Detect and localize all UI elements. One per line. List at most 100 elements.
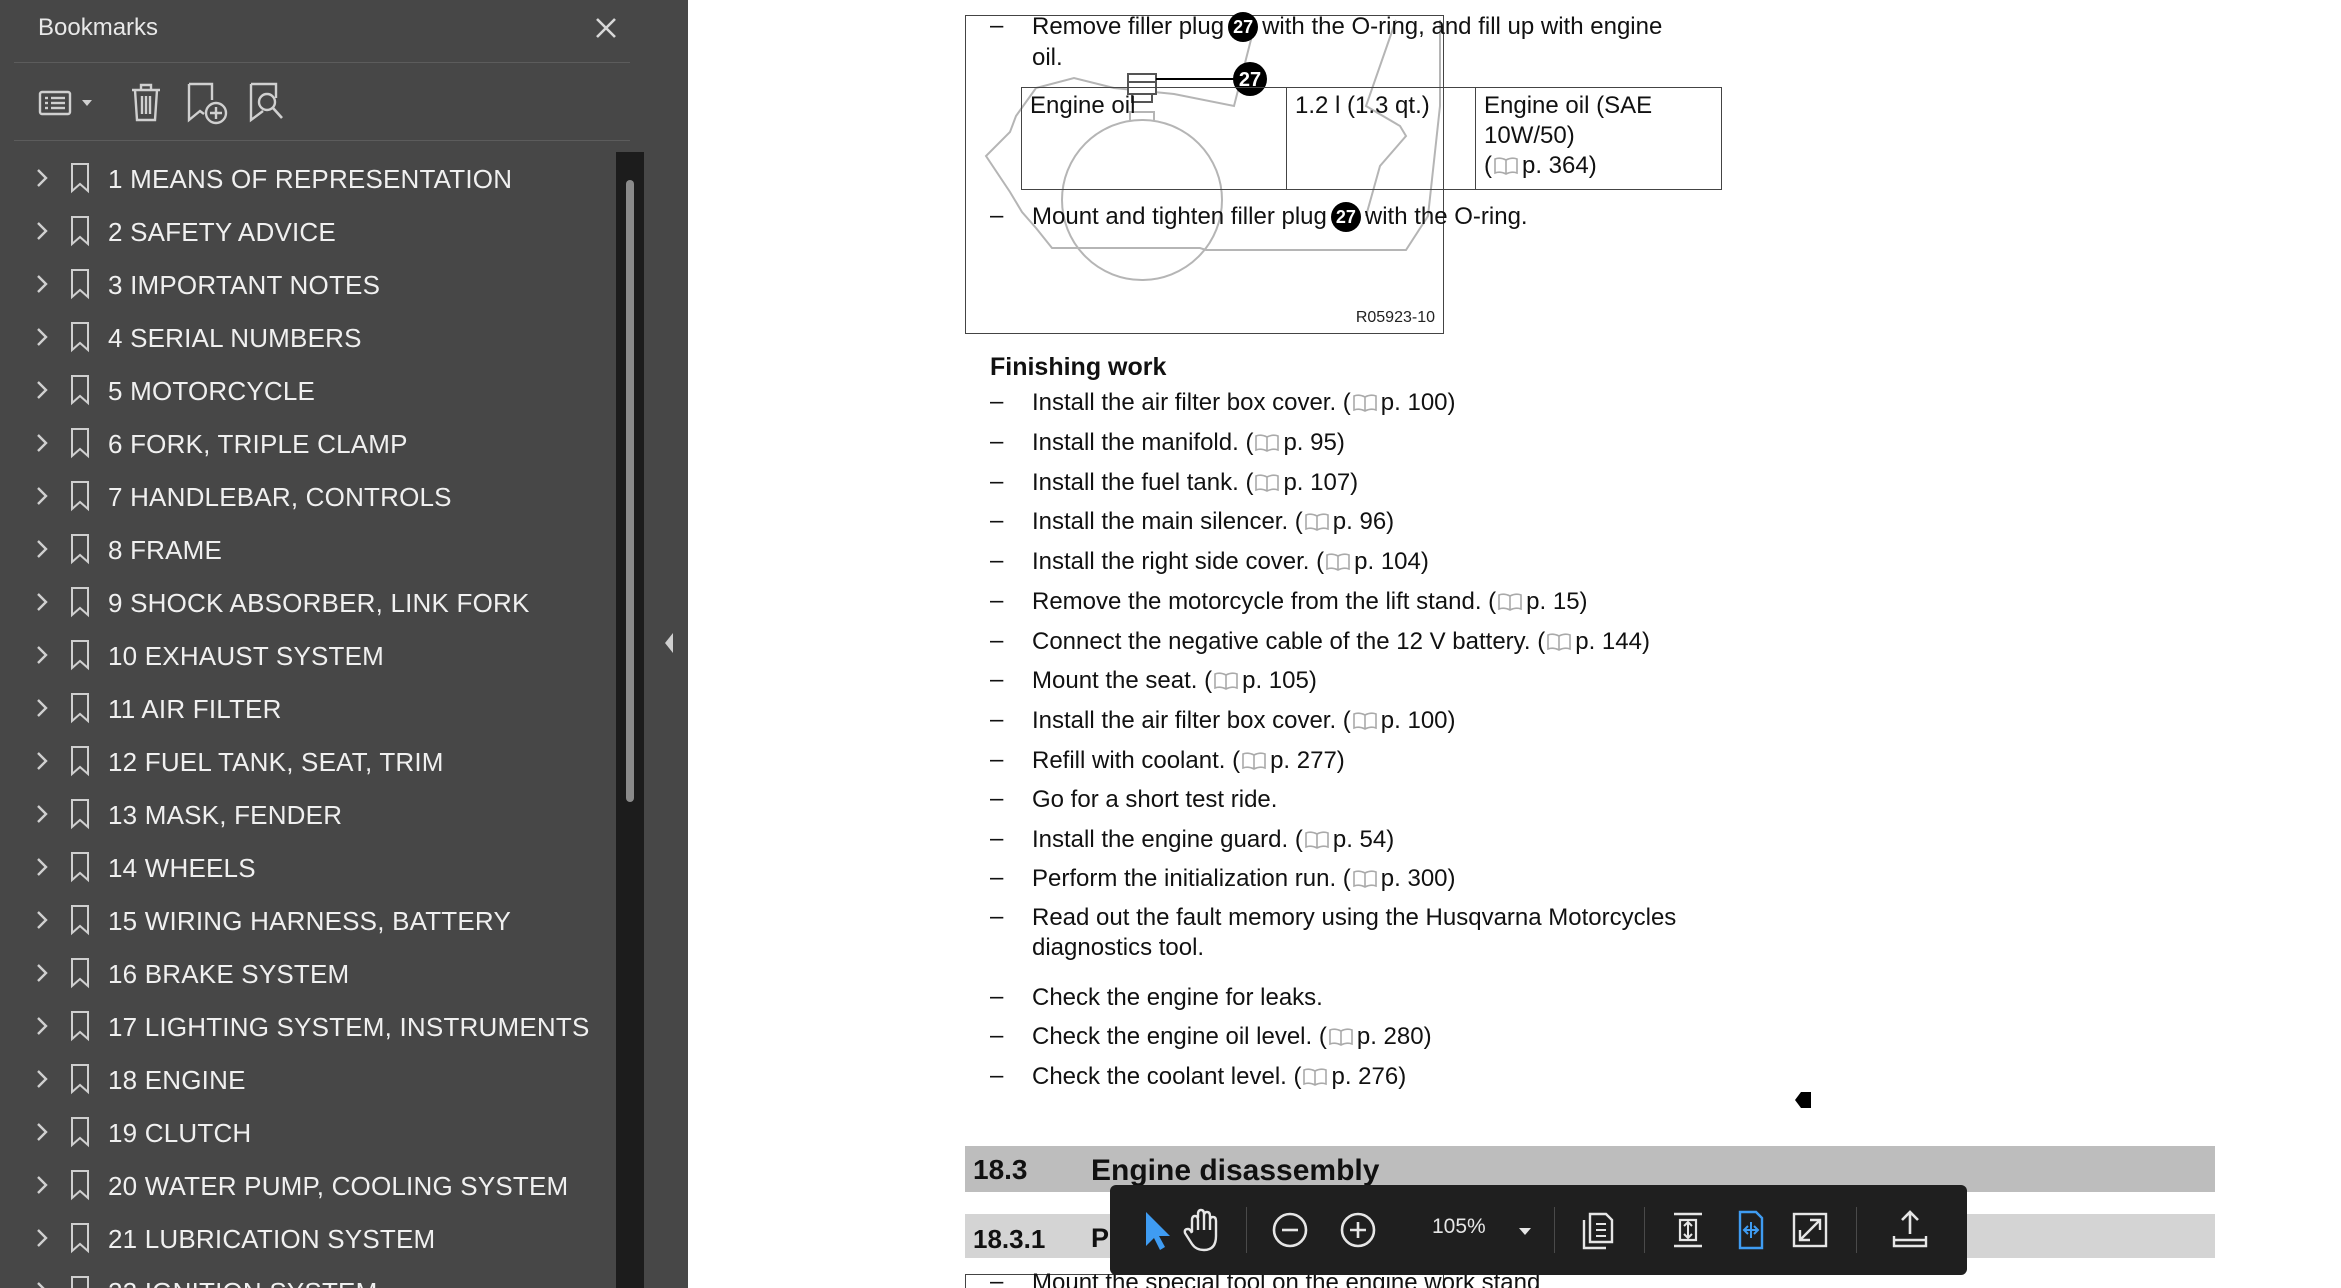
zoom-out-icon[interactable]: [1260, 1200, 1320, 1260]
bookmark-item[interactable]: 10 EXHAUST SYSTEM: [0, 628, 610, 681]
table-cell: Engine oil (SAE 10W/50) (p. 364): [1475, 87, 1722, 190]
bookmark-label: 6 FORK, TRIPLE CLAMP: [108, 429, 408, 459]
page-view-icon[interactable]: [1568, 1200, 1628, 1260]
close-icon[interactable]: [590, 12, 622, 44]
chevron-right-icon[interactable]: [32, 803, 52, 825]
book-reference-icon: [1352, 712, 1377, 730]
chevron-right-icon[interactable]: [32, 644, 52, 666]
bookmark-item[interactable]: 18 ENGINE: [0, 1052, 610, 1105]
page-reference-link[interactable]: p. 54): [1333, 826, 1394, 853]
chevron-right-icon[interactable]: [32, 856, 52, 878]
add-bookmark-icon[interactable]: [184, 78, 230, 126]
page-reference-link[interactable]: p. 95): [1283, 429, 1344, 456]
step-text: Mount the seat. (: [1032, 667, 1213, 694]
step-text: Perform the initialization run. (: [1032, 865, 1351, 892]
bookmark-label: 19 CLUTCH: [108, 1118, 252, 1148]
bookmark-item[interactable]: 3 IMPORTANT NOTES: [0, 257, 610, 310]
chevron-right-icon[interactable]: [32, 591, 52, 613]
chevron-right-icon[interactable]: [32, 909, 52, 931]
page-reference-link[interactable]: p. 364): [1522, 152, 1597, 179]
step-text: Install the fuel tank. (: [1032, 469, 1254, 496]
bookmark-item[interactable]: 6 FORK, TRIPLE CLAMP: [0, 416, 610, 469]
bookmark-label: 1 MEANS OF REPRESENTATION: [108, 164, 513, 194]
bookmark-icon: [71, 587, 89, 618]
scrollbar-thumb[interactable]: [626, 180, 634, 802]
chevron-right-icon[interactable]: [32, 167, 52, 189]
page-reference-link[interactable]: p. 280): [1357, 1023, 1432, 1050]
bookmark-item[interactable]: 2 SAFETY ADVICE: [0, 204, 610, 257]
chevron-down-icon[interactable]: [1508, 1215, 1542, 1247]
bookmark-item[interactable]: 8 FRAME: [0, 522, 610, 575]
chevron-right-icon[interactable]: [32, 1174, 52, 1196]
hand-icon[interactable]: [1172, 1200, 1232, 1260]
bookmark-icon: [71, 428, 89, 459]
bookmark-icon: [71, 640, 89, 671]
section-number: 18.3: [973, 1154, 1028, 1185]
chevron-right-icon[interactable]: [32, 432, 52, 454]
page-reference-link[interactable]: p. 300): [1381, 865, 1456, 892]
bookmark-item[interactable]: 5 MOTORCYCLE: [0, 363, 610, 416]
chevron-right-icon[interactable]: [32, 750, 52, 772]
chevron-right-icon[interactable]: [32, 220, 52, 242]
bookmark-item[interactable]: 12 FUEL TANK, SEAT, TRIM: [0, 734, 610, 787]
chevron-right-icon[interactable]: [32, 326, 52, 348]
chevron-right-icon[interactable]: [32, 1280, 52, 1288]
page-reference-link[interactable]: p. 105): [1242, 667, 1317, 694]
bookmark-item[interactable]: 19 CLUTCH: [0, 1105, 610, 1158]
bookmark-label: 4 SERIAL NUMBERS: [108, 323, 362, 353]
page-reference-link[interactable]: p. 100): [1381, 707, 1456, 734]
step-text: Check the engine oil level. (: [1032, 1023, 1327, 1050]
bookmark-item[interactable]: 15 WIRING HARNESS, BATTERY: [0, 893, 610, 946]
bookmark-item[interactable]: 13 MASK, FENDER: [0, 787, 610, 840]
bookmark-item[interactable]: 20 WATER PUMP, COOLING SYSTEM: [0, 1158, 610, 1211]
bookmark-item[interactable]: 7 HANDLEBAR, CONTROLS: [0, 469, 610, 522]
chevron-right-icon[interactable]: [32, 962, 52, 984]
page-reference-link[interactable]: p. 144): [1575, 628, 1650, 655]
page-reference-link[interactable]: p. 100): [1381, 389, 1456, 416]
chevron-right-icon[interactable]: [32, 485, 52, 507]
bookmark-item[interactable]: 22 IGNITION SYSTEM: [0, 1264, 610, 1288]
chevron-right-icon[interactable]: [32, 1121, 52, 1143]
bookmark-label: 5 MOTORCYCLE: [108, 376, 316, 406]
page-reference-link[interactable]: p. 107): [1283, 469, 1358, 496]
step-text: Remove filler plug: [1032, 13, 1225, 40]
page-reference-link[interactable]: p. 15): [1526, 588, 1587, 615]
zoom-in-icon[interactable]: [1328, 1200, 1388, 1260]
share-icon[interactable]: [1880, 1200, 1940, 1260]
bookmark-item[interactable]: 1 MEANS OF REPRESENTATION: [0, 151, 610, 204]
bookmark-item[interactable]: 9 SHOCK ABSORBER, LINK FORK: [0, 575, 610, 628]
collapse-panel-icon[interactable]: [662, 630, 676, 656]
step-text: Install the air filter box cover. (: [1032, 389, 1351, 416]
chevron-right-icon[interactable]: [32, 1068, 52, 1090]
bookmark-label: 17 LIGHTING SYSTEM, INSTRUMENTS: [108, 1012, 590, 1042]
chevron-right-icon[interactable]: [32, 273, 52, 295]
bookmark-label: 12 FUEL TANK, SEAT, TRIM: [108, 747, 444, 777]
bookmark-item[interactable]: 14 WHEELS: [0, 840, 610, 893]
page-reference-link[interactable]: p. 104): [1354, 548, 1429, 575]
bookmark-item[interactable]: 11 AIR FILTER: [0, 681, 610, 734]
book-reference-icon: [1304, 513, 1329, 531]
zoom-level[interactable]: 105%: [1432, 1215, 1486, 1239]
trash-icon[interactable]: [126, 78, 166, 126]
chevron-right-icon[interactable]: [32, 379, 52, 401]
fullscreen-icon[interactable]: [1780, 1200, 1840, 1260]
document-page: 27 R05923-10 – Remove filler plug 27 with …: [688, 0, 2341, 1288]
chevron-right-icon[interactable]: [32, 538, 52, 560]
bookmark-item[interactable]: 21 LUBRICATION SYSTEM: [0, 1211, 610, 1264]
page-reference-link[interactable]: p. 276): [1331, 1063, 1406, 1090]
bookmark-item[interactable]: 4 SERIAL NUMBERS: [0, 310, 610, 363]
chevron-right-icon[interactable]: [32, 1227, 52, 1249]
chevron-right-icon[interactable]: [32, 697, 52, 719]
page-reference-link[interactable]: p. 277): [1270, 747, 1345, 774]
bookmark-search-icon[interactable]: [246, 78, 288, 126]
fit-height-icon[interactable]: [1658, 1200, 1718, 1260]
bookmark-item[interactable]: 16 BRAKE SYSTEM: [0, 946, 610, 999]
chevron-right-icon[interactable]: [32, 1015, 52, 1037]
step-text: Check the engine for leaks.: [1032, 984, 1323, 1011]
step-text: Install the main silencer. (: [1032, 508, 1303, 535]
fit-width-icon[interactable]: [1720, 1200, 1780, 1260]
bookmark-item[interactable]: 17 LIGHTING SYSTEM, INSTRUMENTS: [0, 999, 610, 1052]
bookmark-icon: [71, 1011, 89, 1042]
page-reference-link[interactable]: p. 96): [1333, 508, 1394, 535]
list-options-icon[interactable]: [36, 78, 98, 126]
